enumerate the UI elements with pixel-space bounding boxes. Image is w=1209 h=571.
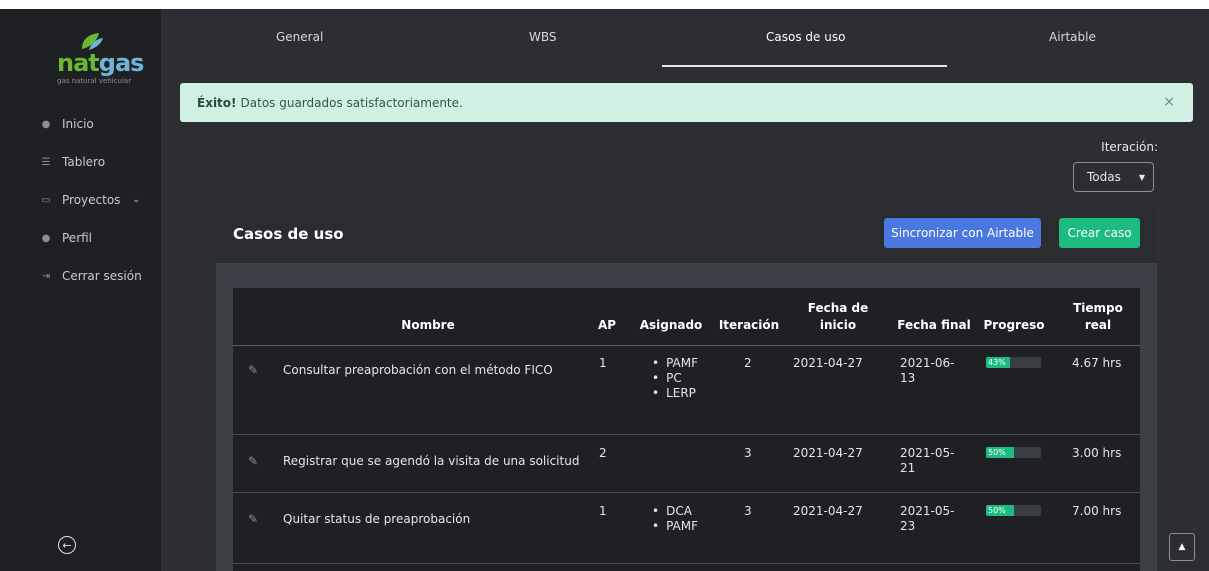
tab-airtable[interactable]: Airtable (1049, 30, 1096, 44)
assignee: PAMF (652, 356, 698, 371)
sidebar-item-proyectos[interactable]: ▭ Proyectos ⌄ (0, 181, 161, 219)
iteration-label: Iteración: (1101, 140, 1158, 154)
progress-fill: 43% (986, 357, 1010, 368)
sidebar: natgas gas natural vehicular ● Inicio ☰ … (0, 9, 161, 571)
sync-airtable-button[interactable]: Sincronizar con Airtable (884, 218, 1041, 248)
table-row[interactable]: ✎ Quitar status de preaprobación 1 DCA P… (233, 494, 1140, 564)
tab-wbs[interactable]: WBS (529, 30, 557, 44)
tab-bar: General WBS Casos de uso Airtable (161, 9, 1209, 67)
folder-icon: ▭ (41, 194, 51, 206)
table-row[interactable]: ✎ Registrar que se agendó la visita de u… (233, 436, 1140, 493)
tab-casos-de-uso[interactable]: Casos de uso (766, 30, 845, 44)
row-fecha-final: 2021-05- 23 (900, 504, 955, 533)
row-iteracion: 3 (744, 504, 752, 518)
card-header: Casos de uso Sincronizar con Airtable Cr… (216, 207, 1157, 263)
list-icon: ☰ (41, 156, 51, 168)
col-header-ap: AP (597, 318, 617, 332)
sidebar-item-tablero[interactable]: ☰ Tablero (0, 143, 161, 181)
progress-bar: 50% (986, 447, 1041, 458)
row-fecha-inicio: 2021-04-27 (793, 356, 863, 370)
row-ap: 1 (599, 356, 607, 370)
active-tab-indicator (662, 65, 947, 67)
progress-fill: 50% (986, 447, 1014, 458)
alert-message: Datos guardados satisfactoriamente. (240, 95, 463, 110)
row-ap: 2 (599, 446, 607, 460)
assignee: DCA (652, 504, 698, 519)
sidebar-nav: ● Inicio ☰ Tablero ▭ Proyectos ⌄ ● Perfi… (0, 105, 161, 295)
assignee: LERP (652, 386, 698, 401)
top-strip (0, 0, 1209, 9)
sidebar-item-label: Cerrar sesión (62, 269, 142, 283)
iteration-select[interactable]: Todas ▼ (1073, 162, 1154, 192)
success-alert: Éxito! Datos guardados satisfactoriament… (180, 83, 1193, 122)
row-ap: 1 (599, 504, 607, 518)
row-asignado-list: PAMF PC LERP (652, 356, 698, 401)
row-nombre: Registrar que se agendó la visita de una… (283, 454, 580, 468)
leaf-icon (82, 33, 103, 50)
brand-wordmark: natgas (57, 49, 144, 77)
chevron-down-icon: ⌄ (132, 195, 140, 205)
progress-fill: 50% (986, 505, 1014, 516)
row-fecha-final: 2021-05- 21 (900, 446, 955, 475)
row-iteracion: 2 (744, 356, 752, 370)
row-fecha-final: 2021-06- 13 (900, 356, 955, 385)
user-icon: ● (41, 232, 51, 244)
row-iteracion: 3 (744, 446, 752, 460)
iteration-select-value: Todas (1087, 170, 1121, 184)
row-fecha-inicio: 2021-04-27 (793, 446, 863, 460)
row-asignado-list: DCA PAMF (652, 504, 698, 534)
sidebar-item-label: Proyectos (62, 193, 121, 207)
col-header-fecha-inicio: Fecha de inicio (807, 301, 869, 332)
use-cases-card: Casos de uso Sincronizar con Airtable Cr… (216, 207, 1157, 571)
col-header-fecha-final: Fecha final (897, 318, 971, 332)
pencil-icon[interactable]: ✎ (248, 512, 258, 526)
chevron-down-icon: ▼ (1138, 172, 1145, 182)
logout-icon: ⇥ (41, 270, 51, 282)
use-cases-table: Nombre AP Asignado Iteración Fecha de in… (233, 288, 1140, 571)
row-tiempo-real: 3.00 hrs (1072, 446, 1122, 460)
col-header-progreso: Progreso (983, 318, 1045, 332)
sidebar-item-cerrar-sesion[interactable]: ⇥ Cerrar sesión (0, 257, 161, 295)
progress-bar: 50% (986, 505, 1041, 516)
scroll-to-top-button[interactable]: ▲ (1169, 533, 1195, 561)
sidebar-item-label: Inicio (62, 117, 94, 131)
chevron-up-icon: ▲ (1178, 542, 1186, 552)
sidebar-item-inicio[interactable]: ● Inicio (0, 105, 161, 143)
col-header-iteracion: Iteración (718, 318, 780, 332)
row-nombre: Consultar preaprobación con el método FI… (283, 363, 553, 377)
brand-tagline: gas natural vehicular (57, 77, 132, 85)
table-row[interactable]: ✎ Consultar preaprobación con el método … (233, 346, 1140, 435)
row-nombre: Quitar status de preaprobación (283, 512, 471, 526)
brand-logo[interactable]: natgas gas natural vehicular (57, 31, 144, 85)
collapse-sidebar-button[interactable]: ← (58, 536, 76, 554)
progress-bar: 43% (986, 357, 1041, 368)
arrow-left-icon: ← (62, 538, 72, 552)
palette-icon: ● (41, 118, 51, 130)
pencil-icon[interactable]: ✎ (248, 363, 258, 377)
row-tiempo-real: 7.00 hrs (1072, 504, 1122, 518)
pencil-icon[interactable]: ✎ (248, 454, 258, 468)
alert-strong: Éxito! (197, 95, 237, 110)
col-header-tiempo-real: Tiempo real (1073, 301, 1123, 332)
close-icon[interactable]: × (1163, 94, 1175, 110)
col-header-nombre: Nombre (401, 318, 455, 332)
assignee: PC (652, 371, 698, 386)
sidebar-item-label: Perfil (62, 231, 93, 245)
card-title: Casos de uso (233, 225, 344, 243)
create-case-button[interactable]: Crear caso (1059, 218, 1140, 248)
row-fecha-inicio: 2021-04-27 (793, 504, 863, 518)
col-header-asignado: Asignado (639, 318, 703, 332)
sidebar-item-label: Tablero (62, 155, 106, 169)
sidebar-item-perfil[interactable]: ● Perfil (0, 219, 161, 257)
row-tiempo-real: 4.67 hrs (1072, 356, 1122, 370)
assignee: PAMF (652, 519, 698, 534)
tab-general[interactable]: General (276, 30, 323, 44)
